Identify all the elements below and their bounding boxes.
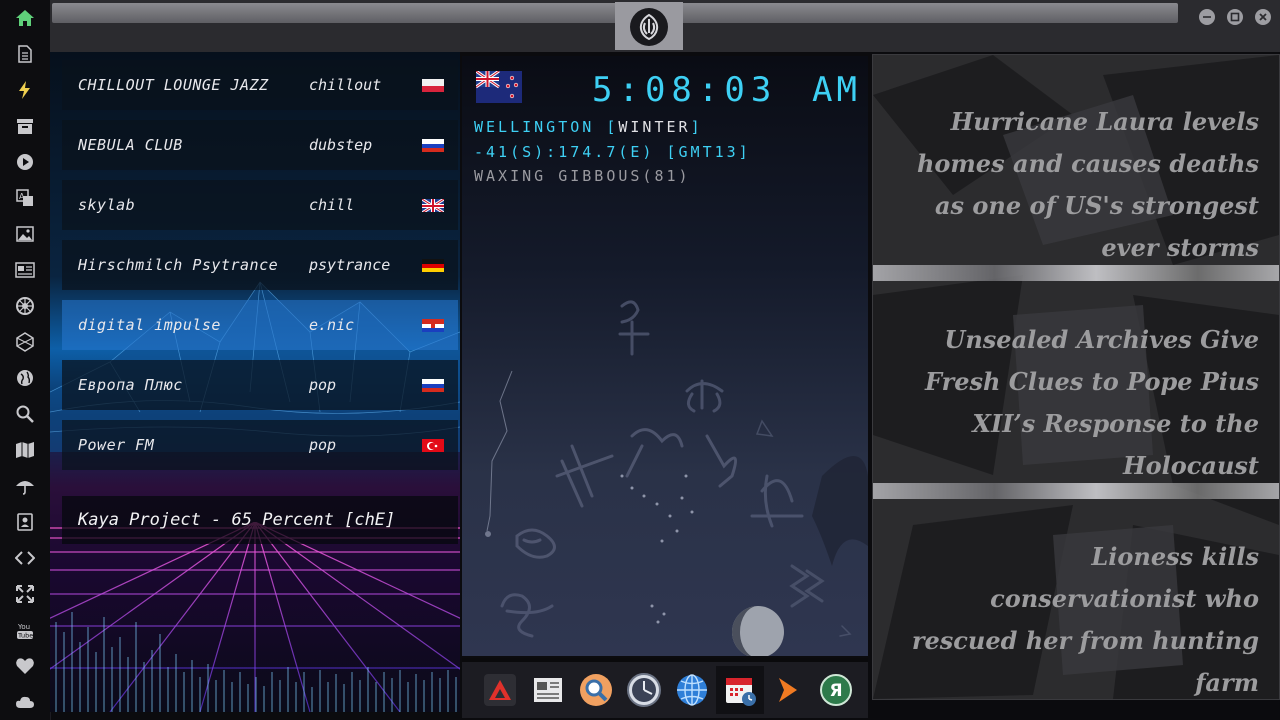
clock-time: 5:08:03	[592, 70, 778, 110]
flag-new-zealand-icon	[475, 69, 522, 103]
globe-icon[interactable]	[10, 363, 40, 393]
left-icon-rail: A You Tube	[0, 0, 51, 720]
news-headline[interactable]: Hurricane Laura levels homes and causes …	[889, 101, 1259, 269]
search-app-icon[interactable]	[578, 672, 614, 708]
station-name: Hirschmilch Psytrance	[78, 256, 279, 274]
calendar-app-icon[interactable]	[716, 666, 764, 714]
play-icon[interactable]	[10, 147, 40, 177]
flag-poland-icon	[422, 78, 444, 92]
yandex-label: Я	[829, 681, 842, 701]
news-headline[interactable]: Lioness kills conservationist who rescue…	[889, 536, 1259, 699]
clock-ampm: AM	[812, 70, 861, 110]
news-icon[interactable]	[10, 255, 40, 285]
station-row[interactable]: Power FM pop	[62, 420, 458, 470]
station-genre: pop	[309, 436, 337, 454]
station-genre: e.nic	[309, 316, 355, 334]
expand-icon[interactable]	[10, 579, 40, 609]
youtube-you-label: You	[17, 623, 30, 631]
station-row-active[interactable]: digital impulse e.nic	[62, 300, 458, 350]
minimize-button[interactable]	[1199, 9, 1215, 25]
code-icon[interactable]	[10, 543, 40, 573]
station-genre: dubstep	[309, 136, 373, 154]
arrow-app-icon[interactable]	[770, 672, 806, 708]
station-row[interactable]: NEBULA CLUB dubstep	[62, 120, 458, 170]
svg-text:A: A	[19, 192, 25, 201]
now-playing-title: Kaya Project - 65 Percent [chE]	[78, 510, 396, 530]
station-genre: chill	[309, 196, 355, 214]
coordinates-line: -41(S):174.7(E) [GMT13]	[474, 143, 751, 161]
cloud-icon[interactable]	[10, 687, 40, 717]
flag-croatia-icon	[422, 318, 444, 332]
contact-icon[interactable]	[10, 507, 40, 537]
news-divider	[873, 483, 1279, 499]
empire-icon[interactable]	[10, 291, 40, 321]
triangle-app-icon[interactable]	[482, 672, 518, 708]
rebel-logo-icon	[630, 8, 668, 46]
city-line-prefix: WELLINGTON [	[474, 118, 619, 136]
moon-phase-line: WAXING GIBBOUS(81)	[474, 167, 691, 185]
station-name: Европа Плюс	[78, 376, 183, 394]
clock-app-icon[interactable]	[626, 672, 662, 708]
radio-panel: CHILLOUT LOUNGE JAZZ chillout NEBULA CLU…	[50, 52, 460, 712]
newspaper-app-icon[interactable]	[530, 672, 566, 708]
home-icon[interactable]	[10, 3, 40, 33]
document-icon[interactable]	[10, 39, 40, 69]
city-season: WINTER	[618, 118, 691, 136]
station-genre: pop	[309, 376, 337, 394]
yandex-app-icon[interactable]: Я	[818, 672, 854, 708]
station-row[interactable]: CHILLOUT LOUNGE JAZZ chillout	[62, 60, 458, 110]
zodiac-constellation-art	[485, 300, 868, 656]
heart-icon[interactable]	[10, 651, 40, 681]
close-button[interactable]	[1255, 9, 1271, 25]
flag-russia-icon	[422, 138, 444, 152]
station-row[interactable]: skylab chill	[62, 180, 458, 230]
station-row[interactable]: Hirschmilch Psytrance psytrance	[62, 240, 458, 290]
station-genre: chillout	[309, 76, 382, 94]
news-panel: Hurricane Laura levels homes and causes …	[872, 54, 1280, 700]
youtube-tube-label: Tube	[17, 632, 33, 640]
clock-panel: 5:08:03 AM WELLINGTON [WINTER] -41(S):17…	[462, 56, 868, 656]
archive-icon[interactable]	[10, 111, 40, 141]
hexagon-icon[interactable]	[10, 327, 40, 357]
flag-russia-icon	[422, 378, 444, 392]
station-name: CHILLOUT LOUNGE JAZZ	[78, 76, 269, 94]
news-headline[interactable]: Unsealed Archives Give Fresh Clues to Po…	[889, 319, 1259, 487]
flag-turkey-icon	[422, 438, 444, 452]
station-name: digital impulse	[78, 316, 221, 334]
umbrella-icon[interactable]	[10, 471, 40, 501]
station-name: NEBULA CLUB	[78, 136, 183, 154]
rebel-alliance-emblem	[615, 2, 683, 50]
search-icon[interactable]	[10, 399, 40, 429]
translate-icon[interactable]: A	[10, 183, 40, 213]
station-row[interactable]: Европа Плюс pop	[62, 360, 458, 410]
top-bar	[50, 0, 1280, 52]
station-name: Power FM	[78, 436, 155, 454]
flag-germany-icon	[422, 258, 444, 272]
globe-app-icon[interactable]	[674, 672, 710, 708]
youtube-icon[interactable]: You Tube	[10, 615, 40, 645]
city-line-suffix: ]	[690, 118, 703, 136]
station-name: skylab	[78, 196, 136, 214]
bolt-icon[interactable]	[10, 75, 40, 105]
app-dock: Я	[462, 658, 868, 718]
image-icon[interactable]	[10, 219, 40, 249]
maximize-button[interactable]	[1227, 9, 1243, 25]
city-season-line: WELLINGTON [WINTER]	[474, 118, 703, 136]
synthwave-grid	[50, 522, 460, 712]
map-icon[interactable]	[10, 435, 40, 465]
now-playing-bar[interactable]: Kaya Project - 65 Percent [chE]	[62, 496, 458, 544]
flag-uk-icon	[422, 198, 444, 212]
station-genre: psytrance	[309, 256, 391, 274]
news-divider	[873, 265, 1279, 281]
